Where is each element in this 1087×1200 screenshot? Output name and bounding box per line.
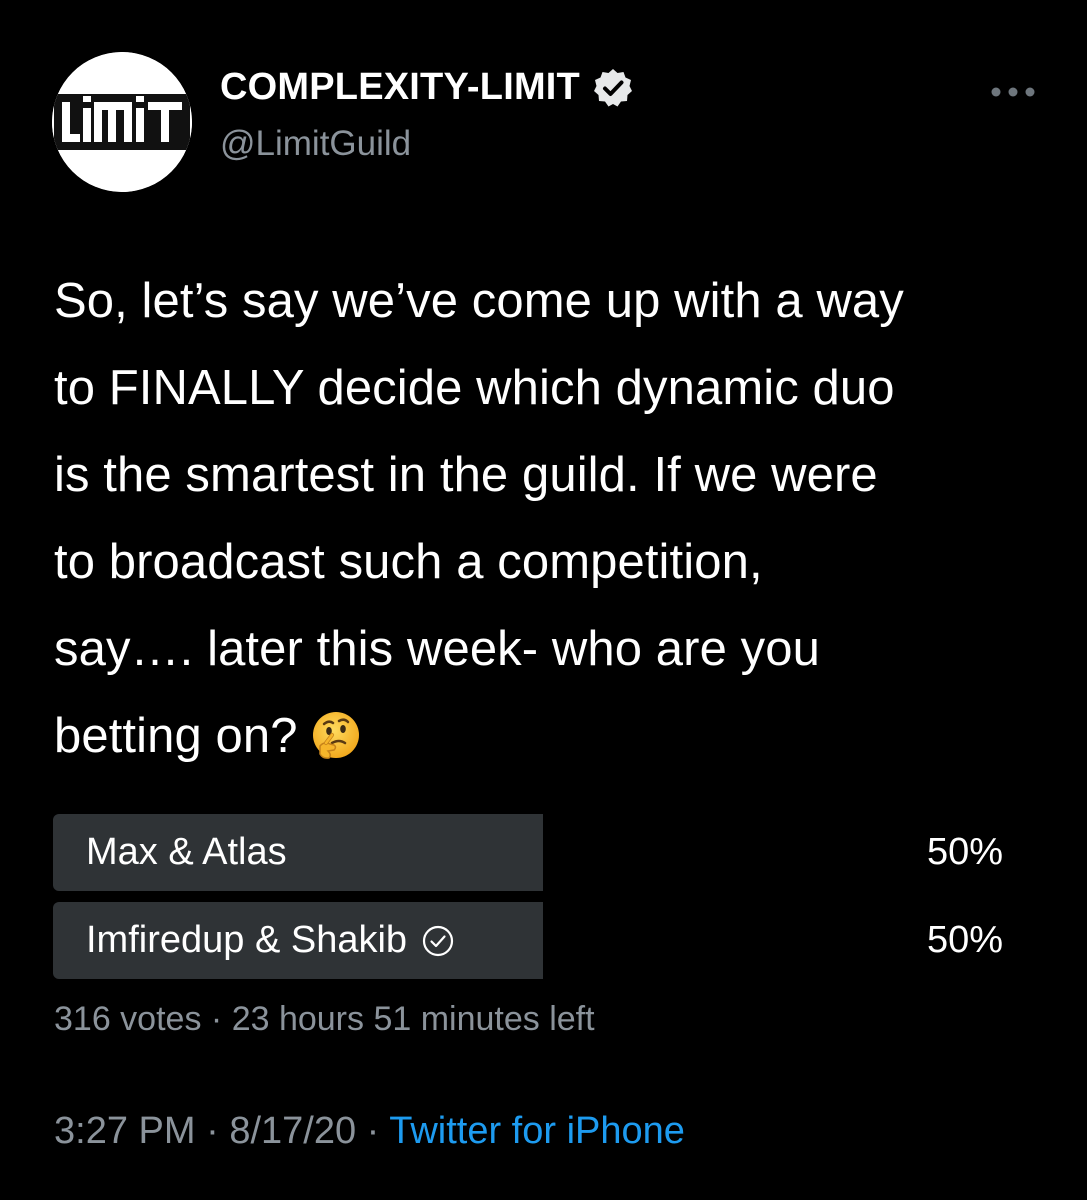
verified-badge-icon bbox=[593, 68, 632, 106]
separator: · bbox=[210, 1000, 223, 1038]
check-circle-icon bbox=[422, 925, 454, 956]
separator: · bbox=[206, 1110, 219, 1152]
tweet-text: So, let’s say we’ve come up with a way t… bbox=[54, 258, 1054, 780]
tweet-text-line: So, let’s say we’ve come up with a way bbox=[54, 274, 904, 328]
poll-meta: 316 votes · 23 hours 51 minutes left bbox=[54, 1000, 595, 1039]
tweet-text-line: say…. later this week- who are you bbox=[54, 622, 820, 676]
poll-option-text: Max & Atlas bbox=[86, 831, 287, 873]
poll-option-label: Imfiredup & Shakib bbox=[86, 902, 455, 979]
tweet: COMPLEXITY-LIMIT @LimitGuild So, let’s s… bbox=[0, 0, 1087, 1200]
tweet-text-line: to FINALLY decide which dynamic duo bbox=[54, 361, 895, 415]
tweet-text-line: to broadcast such a competition, bbox=[54, 535, 763, 589]
separator: · bbox=[366, 1110, 380, 1152]
poll-option-percent: 50% bbox=[926, 919, 1003, 961]
display-name[interactable]: COMPLEXITY-LIMIT bbox=[220, 66, 580, 109]
poll-option[interactable]: Max & Atlas 50% bbox=[53, 814, 1033, 891]
poll-time-left: 23 hours 51 minutes left bbox=[231, 1000, 595, 1038]
tweet-date[interactable]: 8/17/20 bbox=[229, 1110, 356, 1152]
tweet-text-line: betting on? bbox=[54, 709, 298, 763]
poll-option[interactable]: Imfiredup & Shakib 50% bbox=[53, 902, 1033, 979]
poll: Max & Atlas 50% Imfiredup & Shakib 50% bbox=[53, 814, 1033, 990]
poll-option-text: Imfiredup & Shakib bbox=[86, 919, 408, 961]
avatar[interactable] bbox=[52, 52, 192, 192]
more-horizontal-icon[interactable] bbox=[990, 84, 1036, 100]
limit-logo bbox=[52, 52, 192, 192]
tweet-time[interactable]: 3:27 PM bbox=[54, 1110, 196, 1152]
poll-votes[interactable]: 316 votes bbox=[54, 1000, 201, 1038]
timestamp-row: 3:27 PM · 8/17/20 · Twitter for iPhone bbox=[54, 1110, 685, 1153]
thinking-face-emoji-icon bbox=[312, 712, 359, 759]
poll-option-label: Max & Atlas bbox=[86, 814, 287, 891]
poll-option-percent: 50% bbox=[926, 831, 1003, 873]
display-name-row[interactable]: COMPLEXITY-LIMIT bbox=[220, 66, 634, 109]
tweet-text-line: is the smartest in the guild. If we were bbox=[54, 448, 878, 502]
source-link[interactable]: Twitter for iPhone bbox=[389, 1110, 685, 1152]
tweet-text-line-last: betting on? bbox=[54, 693, 1054, 780]
handle[interactable]: @LimitGuild bbox=[220, 124, 411, 164]
